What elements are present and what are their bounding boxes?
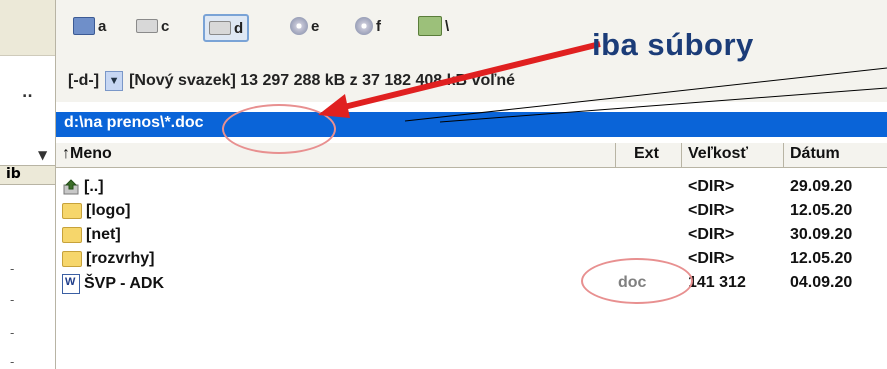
callout-line [439, 87, 887, 123]
annotation-arrow-head [318, 94, 350, 118]
annotation-label: iba súbory [592, 27, 754, 62]
annotation-arrow-shaft [339, 41, 601, 111]
